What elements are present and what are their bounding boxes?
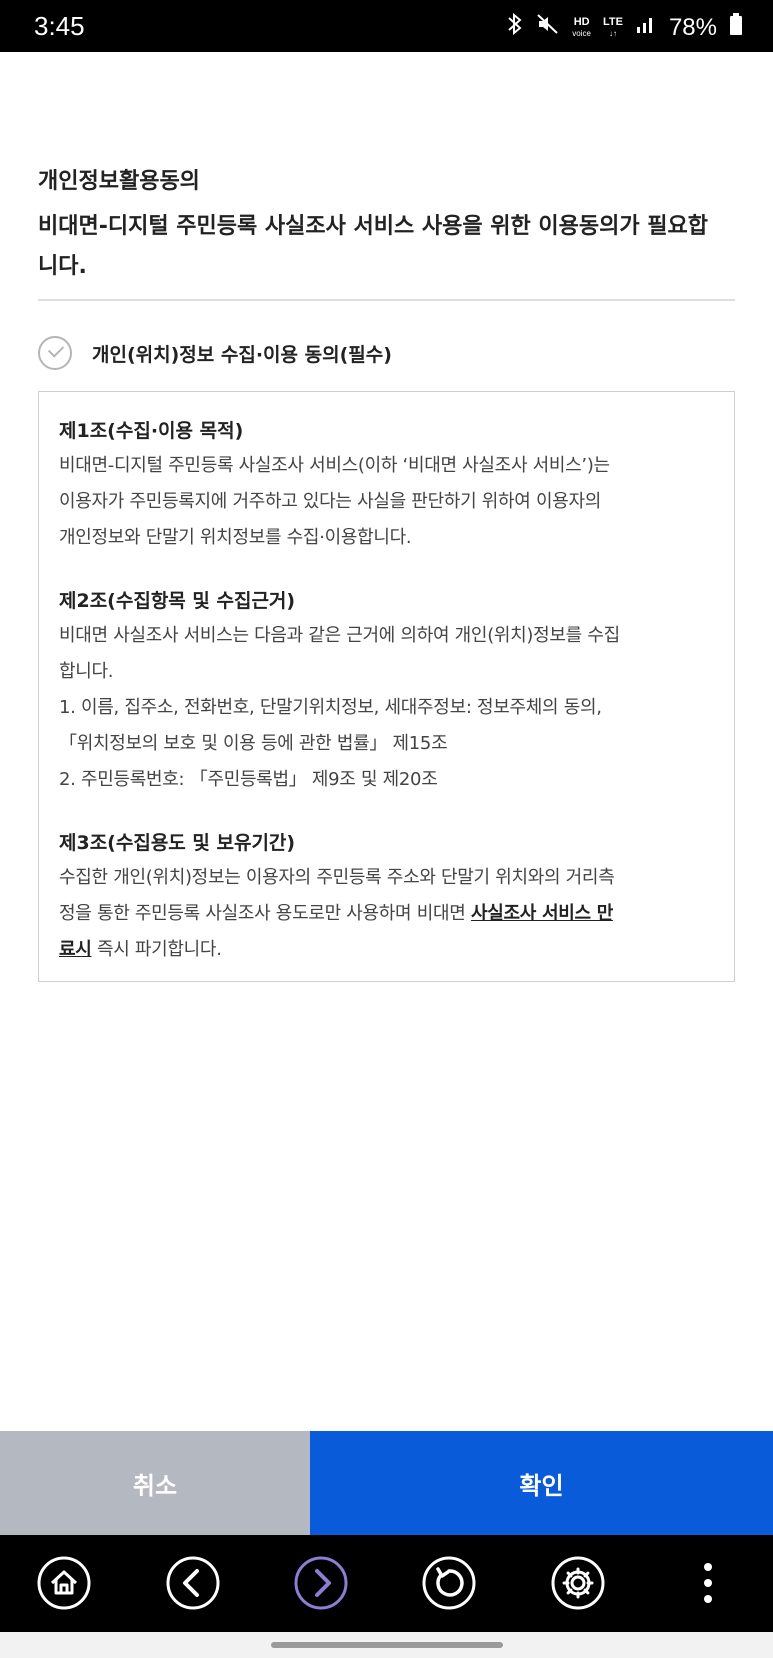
forward-button[interactable]	[293, 1555, 349, 1611]
settings-button[interactable]	[550, 1555, 606, 1611]
check-circle-icon[interactable]	[38, 336, 72, 370]
forward-icon	[294, 1556, 348, 1610]
consent-checkbox[interactable]: 개인(위치)정보 수집·이용 동의(필수)	[38, 334, 392, 372]
consent-label: 개인(위치)정보 수집·이용 동의(필수)	[92, 343, 392, 366]
confirm-button[interactable]: 확인	[310, 1431, 773, 1535]
article-line: 비대면 사실조사 서비스는 다음과 같은 근거에 의하여 개인(위치)정보를 수…	[59, 625, 620, 646]
subtitle-line: 비대면-디지털 주민등록 사실조사 서비스 사용을 위한 이용동의가 필요합	[38, 214, 708, 239]
article-body: 수집한 개인(위치)정보는 이용자의 주민등록 주소와 단말기 위치와의 거리측…	[59, 860, 716, 968]
article-line: 수집한 개인(위치)정보는 이용자의 주민등록 주소와 단말기 위치와의 거리측	[59, 867, 615, 888]
status-icons: HD voice LTE ↓↑ 78%	[506, 12, 743, 43]
status-bar: 3:45 HD voice LTE ↓↑ 78%	[0, 0, 773, 52]
divider	[38, 299, 735, 301]
terms-box[interactable]: 제1조(수집·이용 목적) 비대면-디지털 주민등록 사실조사 서비스(이하 ‘…	[38, 391, 735, 982]
page-subtitle: 비대면-디지털 주민등록 사실조사 서비스 사용을 위한 이용동의가 필요합 니…	[38, 207, 738, 287]
emphasized-text: 사실조사 서비스 만	[470, 903, 613, 924]
signal-icon	[635, 13, 657, 42]
home-button[interactable]	[36, 1555, 92, 1611]
article-line: 개인정보와 단말기 위치정보를 수집·이용합니다.	[59, 527, 412, 548]
article-line: 비대면-디지털 주민등록 사실조사 서비스(이하 ‘비대면 사실조사 서비스’)…	[59, 455, 610, 476]
mute-icon	[536, 12, 560, 43]
back-icon	[166, 1556, 220, 1610]
more-icon	[704, 1563, 712, 1603]
bluetooth-icon	[506, 12, 524, 43]
article-title: 제1조(수집·이용 목적)	[59, 420, 244, 442]
status-time: 3:45	[34, 11, 85, 41]
browser-nav-bar	[0, 1535, 773, 1632]
home-icon	[37, 1556, 91, 1610]
battery-percent: 78%	[668, 13, 717, 41]
article-body: 비대면 사실조사 서비스는 다음과 같은 근거에 의하여 개인(위치)정보를 수…	[59, 618, 716, 798]
article-line: 합니다.	[59, 661, 114, 682]
battery-icon	[729, 12, 743, 43]
article-line: 료시 즉시 파기합니다.	[59, 932, 716, 968]
more-button[interactable]	[680, 1555, 736, 1611]
article-body: 비대면-디지털 주민등록 사실조사 서비스(이하 ‘비대면 사실조사 서비스’)…	[59, 448, 716, 556]
cancel-button[interactable]: 취소	[0, 1431, 310, 1535]
article-line: 1. 이름, 집주소, 전화번호, 단말기위치정보, 세대주정보: 정보주체의 …	[59, 697, 602, 718]
terms-article-3: 제3조(수집용도 및 보유기간) 수집한 개인(위치)정보는 이용자의 주민등록…	[59, 826, 716, 968]
gesture-area	[0, 1632, 773, 1658]
hd-voice-icon: HD voice	[572, 15, 591, 38]
article-line: 2. 주민등록번호: 「주민등록법」 제9조 및 제20조	[59, 769, 438, 790]
page-title: 개인정보활용동의	[38, 169, 200, 194]
article-title: 제3조(수집용도 및 보유기간)	[59, 832, 296, 854]
lte-icon: LTE ↓↑	[602, 15, 623, 38]
gesture-handle[interactable]	[271, 1642, 503, 1648]
terms-article-1: 제1조(수집·이용 목적) 비대면-디지털 주민등록 사실조사 서비스(이하 ‘…	[59, 414, 716, 556]
article-line: 이용자가 주민등록지에 거주하고 있다는 사실을 판단하기 위하여 이용자의	[59, 491, 602, 512]
settings-icon	[551, 1556, 605, 1610]
article-text: 즉시 파기합니다.	[91, 939, 222, 960]
refresh-icon	[422, 1556, 476, 1610]
article-line: 「위치정보의 보호 및 이용 등에 관한 법률」 제15조	[59, 733, 448, 754]
article-line: 정을 통한 주민등록 사실조사 용도로만 사용하며 비대면 사실조사 서비스 만	[59, 896, 716, 932]
article-text: 정을 통한 주민등록 사실조사 용도로만 사용하며 비대면	[59, 903, 471, 924]
emphasized-text: 료시	[59, 939, 92, 960]
article-title: 제2조(수집항목 및 수집근거)	[59, 590, 296, 612]
subtitle-line: 니다.	[38, 254, 87, 279]
refresh-button[interactable]	[421, 1555, 477, 1611]
back-button[interactable]	[165, 1555, 221, 1611]
terms-article-2: 제2조(수집항목 및 수집근거) 비대면 사실조사 서비스는 다음과 같은 근거…	[59, 584, 716, 798]
